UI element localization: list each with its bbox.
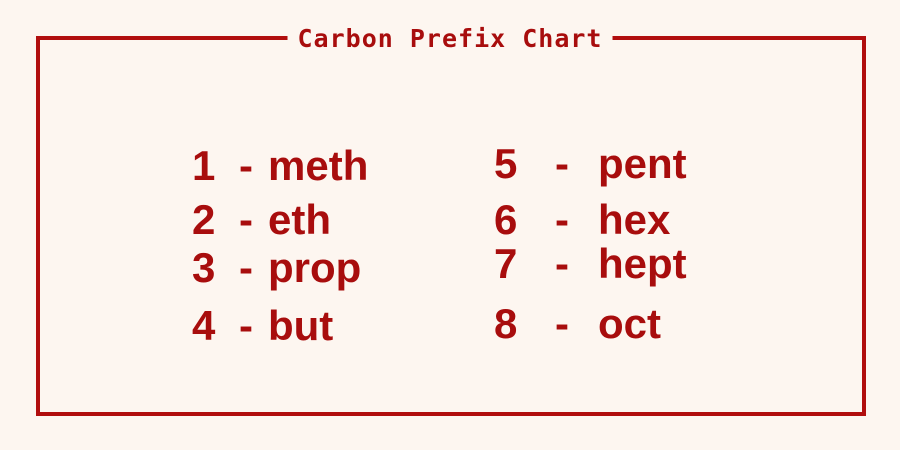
carbon-count: 3 [192,244,216,291]
dash: - [555,300,569,347]
dash: - [239,142,253,189]
prefix-entry-4: 4- but [192,302,333,350]
carbon-count: 8 [494,300,518,347]
prefix-name: pent [598,140,687,187]
prefix-name: meth [268,142,369,189]
dash: - [239,244,253,291]
dash: - [555,196,569,243]
dash: - [239,302,253,349]
prefix-entry-3: 3- prop [192,244,361,292]
prefix-name: oct [598,300,661,347]
prefix-name: but [268,302,334,349]
carbon-count: 2 [192,196,216,243]
dash: - [239,196,253,243]
prefix-entry-6: 6- hex [494,196,670,244]
prefix-name: hex [598,196,671,243]
prefix-name: hept [598,240,687,287]
prefix-entry-8: 8- oct [494,300,661,348]
dash: - [555,240,569,287]
carbon-count: 5 [494,140,518,187]
prefix-name: prop [268,244,362,291]
chart-title: Carbon Prefix Chart [287,24,613,54]
prefix-entry-2: 2- eth [192,196,331,244]
carbon-count: 1 [192,142,216,189]
prefix-entry-7: 7- hept [494,240,687,288]
carbon-count: 4 [192,302,216,349]
carbon-count: 6 [494,196,518,243]
prefix-name: eth [268,196,331,243]
chart-border [36,36,866,416]
prefix-entry-5: 5- pent [494,140,687,188]
carbon-count: 7 [494,240,518,287]
prefix-entry-1: 1- meth [192,142,368,190]
dash: - [555,140,569,187]
